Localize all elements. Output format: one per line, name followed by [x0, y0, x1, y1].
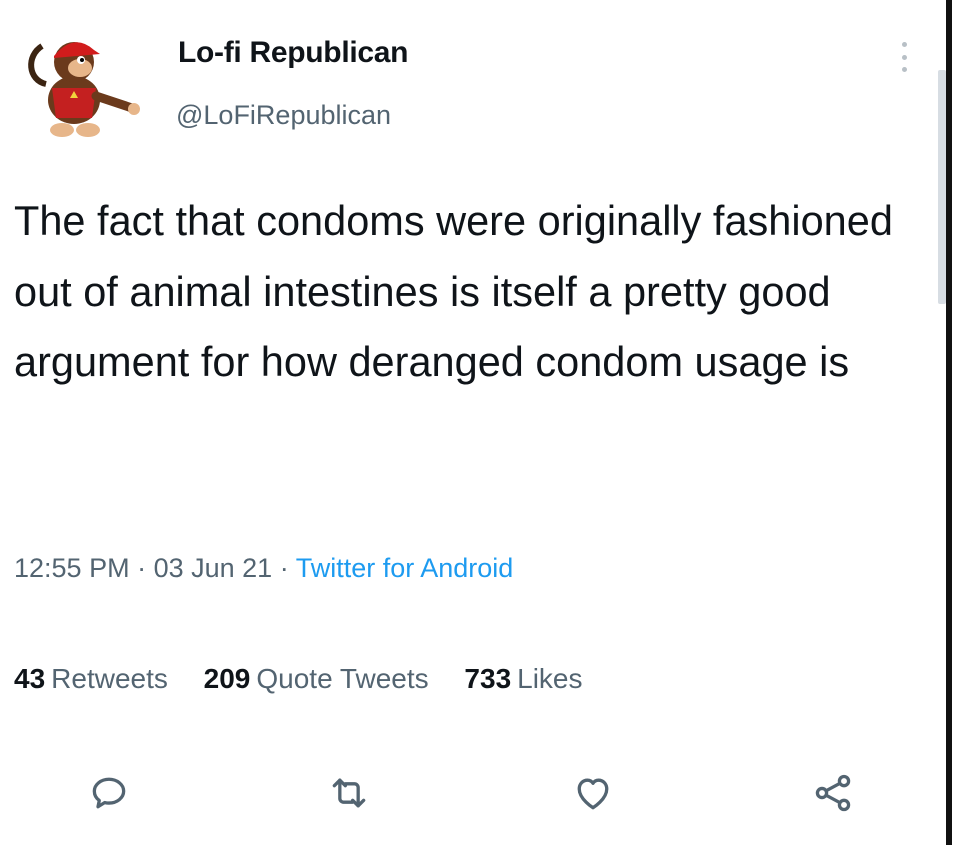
likes-stat[interactable]: 733 Likes [464, 663, 582, 694]
tweet-meta: 12:55 PM · 03 Jun 21 · Twitter for Andro… [14, 553, 513, 584]
reply-button[interactable] [84, 768, 134, 818]
likes-label: Likes [517, 663, 583, 694]
separator: · [272, 553, 296, 583]
retweet-button[interactable] [324, 768, 374, 818]
share-icon [815, 774, 851, 812]
share-button[interactable] [808, 768, 858, 818]
action-bar [0, 768, 946, 818]
tweet-card: Lo-fi Republican @LoFiRepublican The fac… [0, 0, 952, 845]
scrollbar[interactable] [938, 70, 946, 304]
quote-tweets-count: 209 [203, 663, 251, 694]
quote-tweets-label: Quote Tweets [256, 663, 429, 694]
retweets-stat[interactable]: 43 Retweets [14, 663, 168, 694]
dot [901, 67, 907, 72]
monkey-avatar-icon[interactable] [20, 26, 148, 142]
tweet-stats: 43 Retweets 209 Quote Tweets 733 Likes [14, 663, 611, 695]
quote-tweets-stat[interactable]: 209 Quote Tweets [204, 663, 429, 694]
author-name[interactable]: Lo-fi Republican [178, 36, 409, 70]
like-button[interactable] [568, 768, 618, 818]
tweet-text: The fact that condoms were originally fa… [14, 197, 893, 385]
tweet-date[interactable]: 03 Jun 21 [154, 553, 273, 583]
separator: · [129, 553, 154, 583]
author-handle[interactable]: @LoFiRepublican [176, 100, 391, 131]
dot [901, 54, 907, 60]
more-options-icon[interactable] [892, 40, 916, 74]
reply-icon [92, 777, 126, 809]
tweet-time[interactable]: 12:55 PM [14, 553, 130, 583]
heart-icon [577, 778, 609, 810]
retweets-label: Retweets [51, 663, 168, 694]
retweets-count: 43 [14, 663, 46, 694]
retweet-icon [332, 778, 366, 808]
dot [901, 42, 907, 47]
likes-count: 733 [464, 663, 512, 694]
tweet-source-link[interactable]: Twitter for Android [296, 553, 514, 583]
